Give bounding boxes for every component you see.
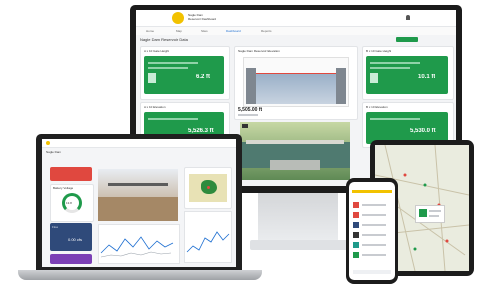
battery-title: Battery Voltage (53, 186, 74, 190)
action-button[interactable] (396, 37, 418, 42)
list-item[interactable] (353, 242, 359, 248)
gauge-icon (62, 193, 82, 213)
gate-a-title: A x 10 Gate Height (144, 49, 170, 53)
elevation-b-title: B x 10 Elevation (366, 105, 388, 109)
list-item[interactable] (353, 222, 359, 228)
list-item[interactable] (353, 212, 359, 218)
gate-a-card: A x 10 Gate Height 6.2 ft (140, 46, 230, 100)
map-popup (415, 205, 445, 223)
reservoir-elevation-card: Nagle Dam Reservoir Elevation 5,505.00 f… (234, 46, 358, 120)
elevation-b-value: 5,530.0 ft (410, 128, 436, 134)
nav-bar: Home Map Sites Dashboard Reports (136, 27, 456, 35)
bell-icon[interactable] (406, 15, 410, 20)
phone-header (352, 190, 392, 193)
camera-feed[interactable] (240, 122, 350, 180)
camera-feed[interactable] (98, 169, 178, 221)
brand-line2: Reservoir Dashboard (188, 17, 217, 21)
gate-b-tile: 10.1 ft (366, 56, 448, 94)
nav-dashboard[interactable]: Dashboard (226, 29, 241, 33)
logo-icon (46, 141, 50, 145)
gauge-icon (148, 73, 156, 83)
nav-map[interactable]: Map (176, 29, 182, 33)
gate-b-card: B x 10 Gate Height 10.1 ft (362, 46, 454, 100)
flow-title: Flow (52, 225, 59, 229)
battery-card: Battery Voltage 13.8 (50, 184, 94, 222)
monitor-base (250, 240, 348, 250)
nav-reports[interactable]: Reports (261, 29, 272, 33)
nav-sites[interactable]: Sites (201, 29, 208, 33)
list-item[interactable] (353, 252, 359, 258)
list-item[interactable] (353, 232, 359, 238)
elevation-chart (243, 57, 349, 107)
elevation-value: 5,505.00 ft (238, 107, 263, 113)
logo-icon (172, 12, 184, 24)
laptop-base (18, 270, 262, 280)
trend-chart (98, 224, 180, 264)
top-header: Nagle Dam Reservoir Dashboard (136, 10, 456, 27)
map-view[interactable] (189, 174, 227, 202)
phone-footer (353, 270, 391, 274)
side-chart (184, 211, 232, 263)
flow-value: 0.00 cfs (68, 237, 83, 242)
elevation-title: Nagle Dam Reservoir Elevation (238, 49, 280, 53)
gate-a-tile: 6.2 ft (144, 56, 224, 94)
monitor-stand (258, 193, 338, 245)
purple-tile (50, 254, 92, 264)
map-card (184, 167, 232, 209)
elevation-a-title: A x 10 Elevation (144, 105, 166, 109)
gate-b-title: B x 10 Gate Height (366, 49, 392, 53)
phone-screen (349, 182, 395, 280)
map-pin-icon[interactable] (207, 186, 210, 189)
page-title: Nagle Dam Reservoir Data (140, 37, 188, 42)
gauge-icon (370, 73, 378, 83)
list-item[interactable] (353, 202, 359, 208)
gate-b-value: 10.1 ft (418, 74, 436, 80)
alarm-tile (50, 167, 92, 181)
laptop-header (42, 139, 236, 148)
gate-a-value: 6.2 ft (196, 74, 211, 80)
nav-home[interactable]: Home (146, 29, 154, 33)
flow-tile: Flow 0.00 cfs (50, 223, 92, 251)
laptop-page-title: Nagle Dam (46, 150, 62, 154)
camera-icon (242, 124, 248, 128)
laptop-screen: Nagle Dam Battery Voltage 13.8 Flow 0.00… (42, 139, 236, 267)
battery-value: 13.8 (66, 201, 72, 205)
